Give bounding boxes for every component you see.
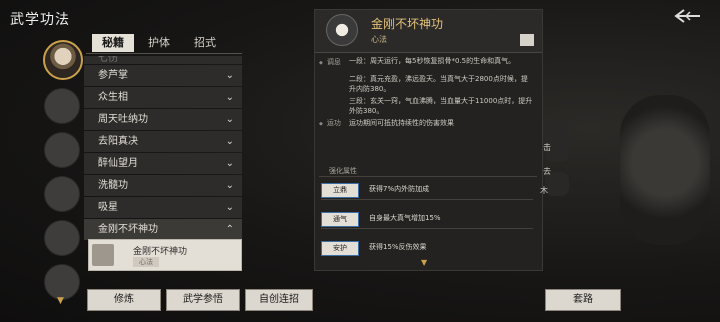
skill-card-name: 金刚不坏神功 <box>133 247 188 257</box>
tab-divider <box>86 53 242 54</box>
back-arrow-icon[interactable] <box>674 8 702 24</box>
chevron-down-icon: ⌄ <box>225 114 234 125</box>
list-item[interactable]: 吸星 ⌄ <box>84 197 242 218</box>
chevron-down-icon: ⌄ <box>225 136 234 147</box>
character-avatar-slot[interactable] <box>44 264 80 300</box>
attr-row: 立鼎 获得7%内外防加成 <box>321 180 535 200</box>
tab-miji[interactable]: 秘籍 <box>92 34 134 52</box>
move-label: 运功 <box>319 118 341 128</box>
page-title: 武学功法 <box>10 12 70 28</box>
divider <box>321 228 533 229</box>
practice-button[interactable]: 修炼 <box>87 289 161 311</box>
attr-chip: 安护 <box>321 241 359 256</box>
chevron-down-icon: ⌄ <box>225 70 234 81</box>
character-avatar-slot[interactable] <box>44 176 80 212</box>
attr-row: 通气 自身最大真气增加15% <box>321 209 535 229</box>
character-list <box>41 40 83 308</box>
desc-label: 调息 <box>319 57 341 67</box>
chevron-down-icon: ⌄ <box>225 158 234 169</box>
attr-chip: 通气 <box>321 212 359 227</box>
chevron-up-icon: ⌃ <box>225 224 234 235</box>
chevron-down-icon: ⌄ <box>225 92 234 103</box>
selected-skill-card[interactable]: 金刚不坏神功 心法 <box>88 239 242 271</box>
list-item[interactable]: 洗髓功 ⌄ <box>84 175 242 196</box>
skill-emblem-icon <box>326 14 358 46</box>
move-text: 运功期间可抵抗持续性的伤害效果 <box>349 119 454 127</box>
skill-detail-panel: 金刚不坏神功 心法 调息 一段：周天运行，每5秒恢复损骨*0.5的生命和真气。 … <box>314 9 543 271</box>
equipment-label: 去 <box>543 167 551 176</box>
skill-list: 七伤 参芦掌 ⌄ 众生相 ⌄ 周天吐纳功 ⌄ 去阳真决 ⌄ 醉仙望月 ⌄ 洗髓功 ⌄ 吸星 ⌄… <box>84 56 242 241</box>
detail-header: 金刚不坏神功 心法 <box>315 10 542 53</box>
divider <box>319 176 537 177</box>
custom-combo-button[interactable]: 自创连招 <box>245 289 313 311</box>
character-avatar-slot[interactable] <box>44 220 80 256</box>
chevron-down-icon: ⌄ <box>225 180 234 191</box>
tab-zhaoshi[interactable]: 招式 <box>184 34 226 52</box>
attr-text: 获得7%内外防加成 <box>369 185 430 193</box>
list-item[interactable]: 众生相 ⌄ <box>84 87 242 108</box>
list-item[interactable]: 醉仙望月 ⌄ <box>84 153 242 174</box>
equipment-label: 击 <box>543 143 551 152</box>
detail-skill-type: 心法 <box>371 35 387 44</box>
skill-card-tag: 心法 <box>133 257 159 267</box>
chevron-down-icon[interactable]: ▼ <box>421 258 427 267</box>
equipment-fist-image <box>620 95 710 245</box>
equipment-label: 木 <box>540 186 548 195</box>
tab-huti[interactable]: 护体 <box>138 34 180 52</box>
character-avatar-slot[interactable] <box>44 88 80 124</box>
attr-chip: 立鼎 <box>321 183 359 198</box>
list-item-partial[interactable]: 七伤 <box>84 56 242 64</box>
enlighten-button[interactable]: 武学参悟 <box>166 289 240 311</box>
list-item[interactable]: 周天吐纳功 ⌄ <box>84 109 242 130</box>
attr-row: 安护 获得15%反伤效果 <box>321 238 535 258</box>
desc-line: 二段：真元充盈，沸远盈天。当真气大于2800点时候，提升内防380。 <box>349 75 528 93</box>
book-icon[interactable] <box>520 34 534 46</box>
desc-line: 一段：周天运行，每5秒恢复损骨*0.5的生命和真气。 <box>349 57 516 65</box>
chevron-down-icon: ⌄ <box>225 202 234 213</box>
detail-skill-name: 金刚不坏神功 <box>371 17 444 31</box>
routine-button[interactable]: 套路 <box>545 289 621 311</box>
list-item[interactable]: 去阳真决 ⌄ <box>84 131 242 152</box>
divider <box>321 199 533 200</box>
list-item[interactable]: 参芦掌 ⌄ <box>84 65 242 86</box>
chevron-down-icon[interactable]: ▼ <box>57 296 64 306</box>
character-avatar-selected[interactable] <box>43 40 83 80</box>
desc-line: 三段：玄关一窍，气血沸腾，当血量大于11000点时，提升外防380。 <box>349 97 533 115</box>
skill-icon <box>92 244 114 266</box>
list-item-expanded[interactable]: 金刚不坏神功 ⌃ <box>84 219 242 240</box>
attr-text: 获得15%反伤效果 <box>369 243 427 251</box>
attr-text: 自身最大真气增加15% <box>369 214 441 222</box>
skill-tabs: 秘籍 护体 招式 <box>92 34 230 52</box>
character-avatar-slot[interactable] <box>44 132 80 168</box>
section-title: 强化属性 <box>329 167 357 175</box>
